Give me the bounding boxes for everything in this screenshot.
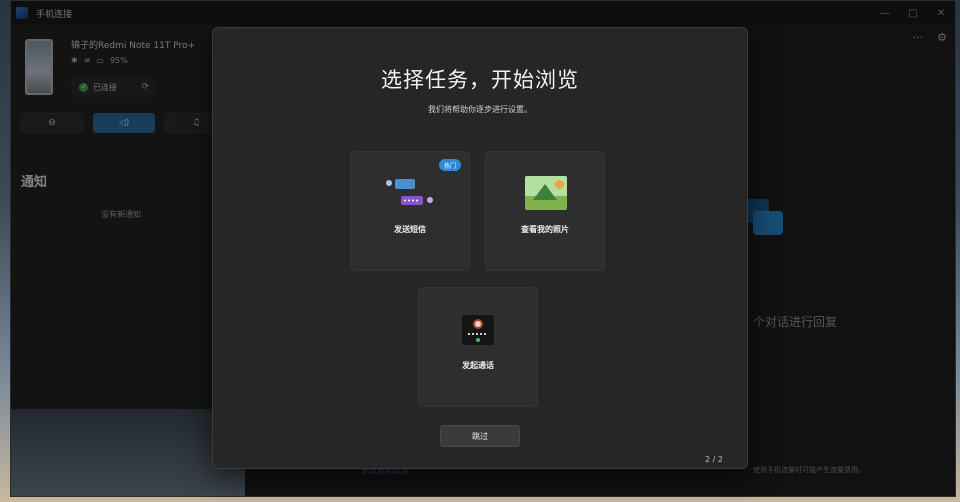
dialog-subtitle: 我们将帮助你逐步进行设置。: [428, 105, 532, 114]
dialog-title: 选择任务，开始浏览: [381, 68, 579, 92]
card-label: 发起通话: [462, 361, 494, 370]
photos-icon: [525, 176, 567, 210]
task-selection-dialog: 选择任务，开始浏览 我们将帮助你逐步进行设置。 热门 发送短信 查看我的照片 发…: [212, 27, 748, 469]
task-card-view-photos[interactable]: 查看我的照片: [485, 151, 605, 271]
task-card-make-call[interactable]: 发起通话: [418, 287, 538, 407]
skip-button[interactable]: 跳过: [440, 425, 520, 447]
task-card-send-sms[interactable]: 热门 发送短信: [350, 151, 470, 271]
page-indicator: 2 / 2: [705, 455, 723, 464]
card-label: 查看我的照片: [521, 225, 569, 234]
call-icon: [462, 315, 494, 345]
popular-badge: 热门: [438, 159, 461, 171]
sms-icon: [386, 179, 433, 205]
card-label: 发送短信: [394, 225, 426, 234]
